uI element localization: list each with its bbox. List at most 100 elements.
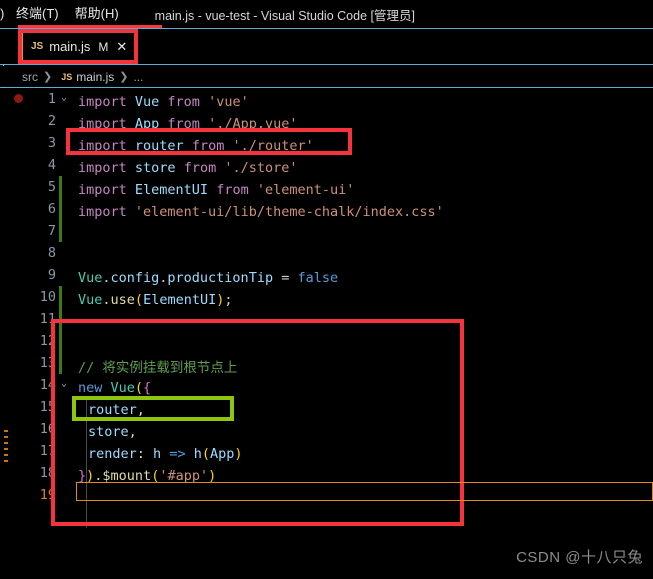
breadcrumb-file[interactable]: main.js <box>76 70 114 84</box>
code-line[interactable]: 6 import 'element-ui/lib/theme-chalk/inde… <box>0 201 653 223</box>
code-token: ( <box>134 292 144 308</box>
code-text: import Vue from 'vue' <box>78 94 249 110</box>
code-token: .config.productionTip <box>102 270 282 286</box>
code-line[interactable]: 13 // 将实例挂载到根节点上 <box>0 355 653 377</box>
csdn-watermark: CSDN @十八只兔 <box>516 549 643 566</box>
code-token: . <box>102 292 111 308</box>
line-number: 11 <box>39 311 56 327</box>
line-number: 12 <box>39 333 56 349</box>
code-text: import 'element-ui/lib/theme-chalk/index… <box>78 204 444 220</box>
code-token: ( <box>134 380 144 396</box>
code-token: , <box>136 402 145 418</box>
code-token: './App.vue' <box>208 116 298 132</box>
code-line[interactable]: 16 store, <box>0 421 653 443</box>
code-token: // 将实例挂载到根节点上 <box>78 360 238 376</box>
code-token: Vue <box>134 94 168 110</box>
code-editor[interactable]: ⌄ ⌄ 1 import Vue from 'vue' 2 import App fr… <box>0 88 653 579</box>
code-line[interactable]: 5 import ElementUI from 'element-ui' <box>0 179 653 201</box>
code-token: Vue <box>78 292 103 308</box>
code-token: './router' <box>232 138 314 154</box>
line-number: 8 <box>47 245 56 261</box>
code-line[interactable]: 14 new Vue({ <box>0 377 653 399</box>
title-bar: ) 终端(T) 帮助(H) main.js - vue-test - Visua… <box>0 0 653 28</box>
code-text: Vue.use(ElementUI); <box>78 292 233 308</box>
line-number: 18 <box>39 465 56 481</box>
line-number: 16 <box>39 421 56 437</box>
line-number: 7 <box>47 223 56 239</box>
code-token: ElementUI <box>134 182 217 198</box>
code-token: Vue <box>110 380 135 396</box>
code-token: Vue <box>78 270 103 286</box>
line-number: 17 <box>39 443 56 459</box>
code-line[interactable]: 9 Vue.config.productionTip = false <box>0 267 653 289</box>
code-text: render: h => h(App) <box>88 446 243 462</box>
code-token: './store' <box>224 160 298 176</box>
breadcrumb-src[interactable]: src <box>22 70 38 84</box>
menu-terminal[interactable]: 终端(T) <box>8 0 67 28</box>
code-line[interactable]: 4 import store from './store' <box>0 157 653 179</box>
code-token: import <box>78 116 135 132</box>
code-token: 'element-ui' <box>256 182 355 198</box>
line-number: 3 <box>47 135 56 151</box>
active-line-highlight <box>76 482 653 501</box>
menu-clipped[interactable]: ) <box>0 0 8 28</box>
line-number: 9 <box>47 267 56 283</box>
code-token: import <box>78 138 135 154</box>
code-token: import <box>78 160 135 176</box>
tab-label: main.js <box>49 39 91 54</box>
code-token: ElementUI <box>143 292 217 308</box>
code-token: 'vue' <box>208 94 249 110</box>
code-token: 'element-ui/lib/theme-chalk/index.css' <box>134 204 444 220</box>
code-line[interactable]: 11 <box>0 311 653 333</box>
code-token: from <box>167 116 209 132</box>
code-text: Vue.config.productionTip = false <box>78 270 338 286</box>
code-token: from <box>167 94 209 110</box>
breadcrumb-more[interactable]: ... <box>133 70 143 84</box>
code-line[interactable]: 3 import router from './router' <box>0 135 653 157</box>
code-token: = <box>281 270 298 286</box>
code-token: use <box>110 292 135 308</box>
code-text: new Vue({ <box>78 380 151 396</box>
line-number: 6 <box>47 201 56 217</box>
js-file-icon: JS <box>31 41 44 52</box>
code-line[interactable]: 15 router, <box>0 399 653 421</box>
code-line[interactable]: 7 <box>0 223 653 245</box>
code-token: App <box>209 446 235 462</box>
code-line[interactable]: 1 import Vue from 'vue' <box>0 91 653 113</box>
code-token: : <box>136 446 154 462</box>
menu-help[interactable]: 帮助(H) <box>67 0 127 28</box>
line-number: 2 <box>47 113 56 129</box>
code-token: from <box>191 138 233 154</box>
code-token: import <box>78 94 135 110</box>
line-number: 5 <box>47 179 56 195</box>
line-number: 14 <box>39 377 56 393</box>
code-text: store, <box>88 424 137 440</box>
code-token: store <box>88 424 129 440</box>
code-line[interactable]: 2 import App from './App.vue' <box>0 113 653 135</box>
code-line[interactable]: 12 <box>0 333 653 355</box>
line-number: 19 <box>39 487 56 503</box>
close-icon[interactable]: ✕ <box>116 40 127 53</box>
code-line[interactable]: 17 render: h => h(App) <box>0 443 653 465</box>
code-text: import ElementUI from 'element-ui' <box>78 182 354 198</box>
code-token: from <box>183 160 225 176</box>
tab-strip: JS main.js M ✕ <box>0 29 653 64</box>
code-token: render <box>88 446 137 462</box>
code-token: , <box>128 424 137 440</box>
code-token: false <box>297 270 339 286</box>
code-line[interactable]: 8 <box>0 245 653 267</box>
code-token: router <box>134 138 192 154</box>
code-token: import <box>78 182 135 198</box>
code-text: import store from './store' <box>78 160 297 176</box>
code-token: h <box>153 446 170 462</box>
code-token: h <box>193 446 202 462</box>
line-number: 10 <box>39 289 56 305</box>
code-line[interactable]: 10 Vue.use(ElementUI); <box>0 289 653 311</box>
code-token: { <box>143 380 152 396</box>
line-number: 13 <box>39 355 56 371</box>
code-token: => <box>169 446 194 462</box>
tab-main-js[interactable]: JS main.js M ✕ <box>22 32 137 61</box>
rule-below-tabstrip <box>0 64 653 65</box>
code-token: new <box>78 380 111 396</box>
code-token: store <box>134 160 184 176</box>
